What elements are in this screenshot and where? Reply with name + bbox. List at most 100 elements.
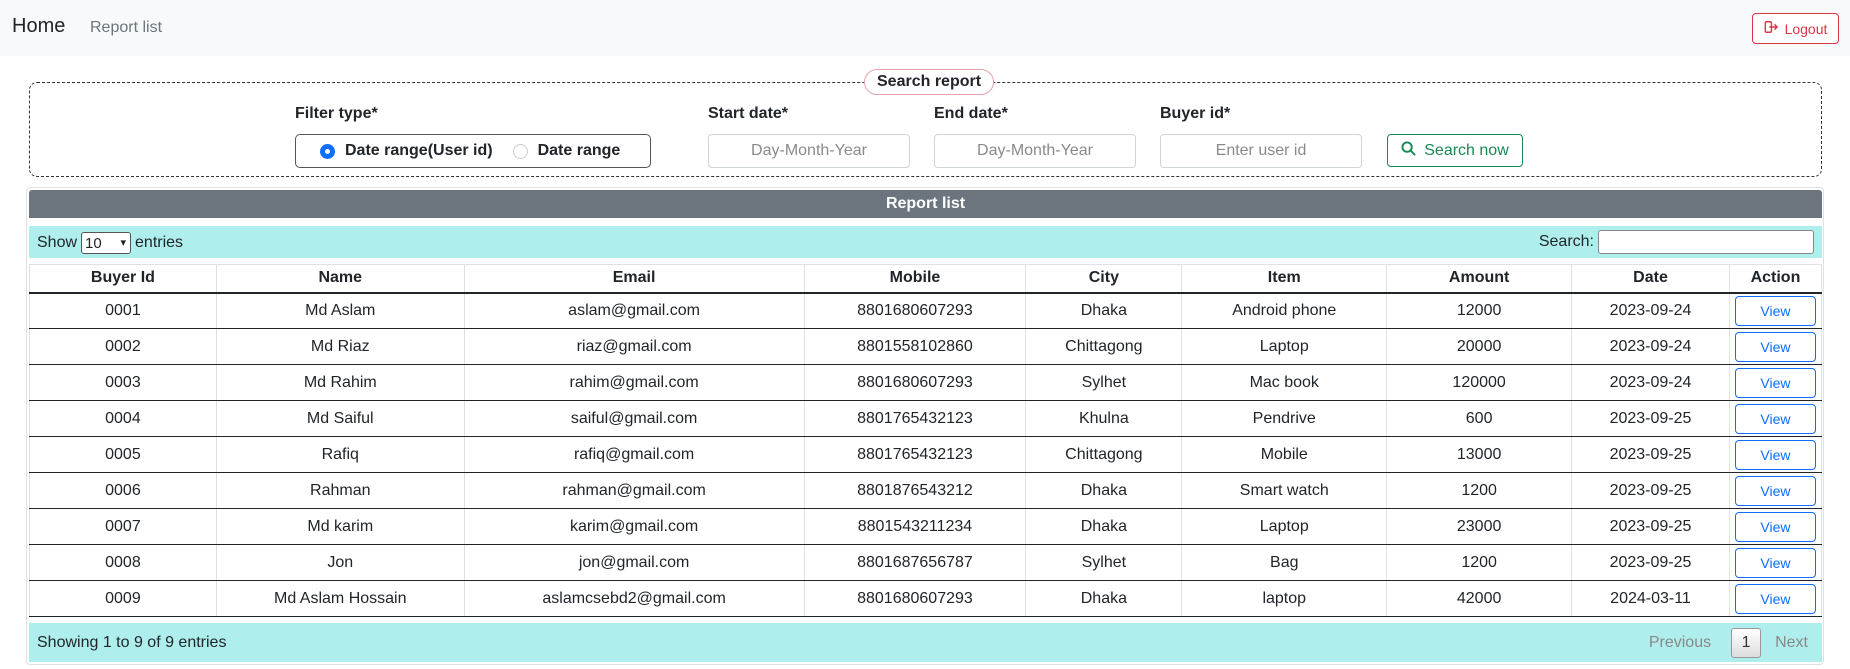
table-cell: 1200 (1386, 544, 1573, 581)
logout-button[interactable]: Logout (1752, 13, 1839, 44)
search-now-button[interactable]: Search now (1387, 134, 1523, 167)
table-cell: Chittagong (1025, 436, 1183, 473)
table-cell: 13000 (1386, 436, 1573, 473)
pagination: Previous 1 Next (1649, 628, 1808, 658)
table-search-input[interactable] (1598, 230, 1814, 254)
nav-report-list-link[interactable]: Report list (90, 19, 162, 37)
show-entries: Show 10 ▾ entries (37, 232, 183, 254)
table-cell: 2023-09-25 (1571, 544, 1730, 581)
table-cell: 8801765432123 (803, 436, 1027, 473)
table-cell: Khulna (1025, 400, 1183, 437)
table-cell: riaz@gmail.com (463, 328, 805, 365)
end-date-input[interactable] (934, 134, 1136, 168)
table-cell: saiful@gmail.com (463, 400, 805, 437)
table-cell: laptop (1181, 580, 1388, 617)
table-footer: Showing 1 to 9 of 9 entries Previous 1 N… (29, 623, 1822, 662)
table-cell: 8801876543212 (803, 472, 1027, 509)
filter-type-group: Date range(User id) Date range (295, 134, 651, 168)
table-search: Search: (1539, 230, 1814, 254)
column-header[interactable]: Item (1181, 264, 1388, 294)
filter-option-label: Date range(User id) (345, 142, 493, 159)
previous-button[interactable]: Previous (1649, 634, 1711, 652)
view-button[interactable]: View (1734, 439, 1816, 470)
table-body: 0001 Md Aslam aslam@gmail.com 8801680607293… (29, 292, 1823, 617)
search-report-legend: Search report (864, 69, 995, 95)
table-cell: Md Saiful (215, 400, 465, 437)
view-button[interactable]: View (1734, 475, 1816, 506)
table-cell: 0005 (29, 436, 217, 473)
table-cell: 0009 (29, 580, 217, 617)
table-row: 0004 Md Saiful saiful@gmail.com 88017654321… (29, 400, 1823, 437)
table-cell: 1200 (1386, 472, 1573, 509)
start-date-input[interactable] (708, 134, 910, 168)
radio-checked[interactable] (320, 143, 335, 159)
column-header[interactable]: Amount (1386, 264, 1573, 294)
filter-option-date-range[interactable]: Date range (512, 142, 620, 160)
column-header[interactable]: Mobile (803, 264, 1027, 294)
table-cell: rahim@gmail.com (463, 364, 805, 401)
table-cell: Laptop (1181, 508, 1388, 545)
column-header[interactable]: Date (1571, 264, 1730, 294)
table-search-label: Search: (1538, 233, 1594, 250)
table-cell: View (1728, 436, 1823, 473)
table-cell: Bag (1181, 544, 1388, 581)
table-cell: 12000 (1386, 292, 1573, 329)
column-header[interactable]: Email (463, 264, 805, 294)
filter-option-date-range-user-id[interactable]: Date range(User id) (320, 142, 493, 160)
table-cell: View (1728, 544, 1823, 581)
search-icon (1401, 140, 1416, 161)
table-cell: 8801558102860 (803, 328, 1027, 365)
entries-select[interactable]: 10 ▾ (81, 232, 132, 254)
search-now-label: Search now (1424, 141, 1509, 159)
report-table: Buyer Id Name Email Mobile City Item Amount Dat… (29, 264, 1823, 617)
table-cell: rahman@gmail.com (463, 472, 805, 509)
table-cell: 2023-09-24 (1571, 292, 1730, 329)
table-row: 0007 Md karim karim@gmail.com 8801543211234… (29, 508, 1823, 545)
table-cell: 0008 (29, 544, 217, 581)
table-cell: 0007 (29, 508, 217, 545)
radio-unchecked[interactable] (512, 143, 528, 159)
table-cell: View (1728, 364, 1823, 401)
buyer-id-input[interactable] (1160, 134, 1362, 168)
report-list-header: Report list (29, 190, 1822, 218)
table-cell: Rafiq (215, 436, 465, 473)
table-cell: View (1728, 292, 1823, 329)
table-toolbar: Show 10 ▾ entries Search: (29, 226, 1822, 258)
table-cell: 0006 (29, 472, 217, 509)
page-1-button[interactable]: 1 (1731, 628, 1762, 658)
column-header[interactable]: Action (1728, 264, 1823, 294)
table-info: Showing 1 to 9 of 9 entries (37, 634, 227, 651)
view-button[interactable]: View (1734, 547, 1816, 578)
table-cell: Md karim (215, 508, 465, 545)
table-cell: Rahman (215, 472, 465, 509)
column-header[interactable]: City (1025, 264, 1183, 294)
start-date-label: Start date* (708, 105, 789, 122)
view-button[interactable]: View (1734, 403, 1816, 434)
next-button[interactable]: Next (1775, 634, 1808, 652)
table-row: 0008 Jon jon@gmail.com 8801687656787 Sylhet B… (29, 544, 1823, 581)
view-button[interactable]: View (1734, 367, 1816, 398)
view-button[interactable]: View (1734, 295, 1816, 326)
table-cell: 8801680607293 (803, 580, 1027, 617)
table-header-row: Buyer Id Name Email Mobile City Item Amount Dat… (29, 264, 1823, 294)
view-button[interactable]: View (1734, 331, 1816, 362)
view-button[interactable]: View (1734, 511, 1816, 542)
table-cell: aslam@gmail.com (463, 292, 805, 329)
table-cell: View (1728, 580, 1823, 617)
column-header[interactable]: Name (215, 264, 465, 294)
view-button[interactable]: View (1734, 583, 1816, 614)
table-cell: 8801680607293 (803, 292, 1027, 329)
table-cell: 2023-09-25 (1571, 400, 1730, 437)
end-date-label: End date* (934, 105, 1008, 122)
table-row: 0002 Md Riaz riaz@gmail.com 8801558102860 Ch… (29, 328, 1823, 365)
table-cell: Jon (215, 544, 465, 581)
table-row: 0006 Rahman rahman@gmail.com 8801876543212 D… (29, 472, 1823, 509)
table-cell: Mac book (1181, 364, 1388, 401)
table-cell: 20000 (1386, 328, 1573, 365)
table-cell: 8801687656787 (803, 544, 1027, 581)
table-cell: Md Riaz (215, 328, 465, 365)
navbar: Home Report list Logout (0, 0, 1850, 56)
column-header[interactable]: Buyer Id (29, 264, 217, 294)
show-prefix: Show (37, 234, 78, 251)
nav-home-link[interactable]: Home (12, 15, 65, 38)
